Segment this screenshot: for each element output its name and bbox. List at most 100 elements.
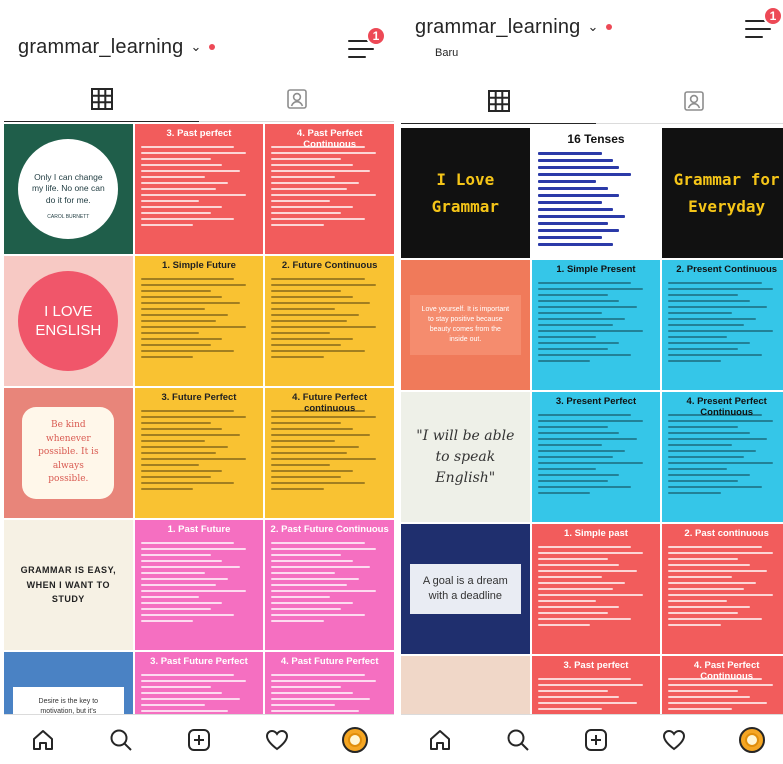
post-text-lines — [537, 282, 655, 366]
post-title: 2. Past continuous — [684, 528, 769, 539]
post-tile[interactable]: 1. Simple Present — [531, 260, 661, 390]
post-text-lines — [140, 410, 258, 494]
menu-button[interactable]: 1 — [348, 26, 386, 60]
post-title: 2. Future Continuous — [281, 260, 378, 271]
quote-author: CAROL BURNETT — [47, 214, 90, 220]
bottom-nav-right — [401, 714, 783, 764]
post-title: 3. Past Future Perfect — [150, 656, 248, 667]
post-tile[interactable]: Be kind whenever possible. It is always … — [4, 388, 133, 518]
search-icon[interactable] — [505, 727, 531, 753]
post-tile[interactable]: I LOVE ENGLISH — [4, 256, 133, 386]
post-tile[interactable]: 16 Tenses — [531, 128, 661, 258]
menu-button[interactable]: 1 — [745, 6, 783, 40]
post-tile[interactable]: 2. Present Continuous — [662, 260, 783, 390]
quote-text: Grammar for Everyday — [673, 169, 780, 216]
post-text-lines — [668, 282, 783, 366]
post-quote: Love yourself. It is important to stay p… — [401, 260, 530, 390]
heart-icon[interactable] — [264, 727, 290, 753]
post-tile[interactable]: 4. Present Perfect Continuous — [662, 392, 783, 522]
post-title: 1. Simple Future — [162, 260, 236, 271]
post-tile[interactable]: A goal is a dream with a deadline — [401, 524, 530, 654]
heart-icon[interactable] — [661, 727, 687, 753]
post-quote: A goal is a dream with a deadline — [401, 524, 530, 654]
post-text-lines — [668, 546, 783, 630]
post-tile[interactable]: Only I can change my life. No one can do… — [4, 124, 133, 254]
post-title: 1. Simple past — [564, 528, 628, 539]
quote-text: "I will be able to speak English" — [416, 427, 515, 486]
quote-text: I Love Grammar — [431, 169, 500, 216]
profile-tabs — [4, 76, 394, 122]
post-title: 2. Past Future Continuous — [270, 524, 389, 535]
quote-text: Only I can change my life. No one can do… — [18, 139, 119, 239]
post-tile[interactable]: 1. Simple past — [531, 524, 661, 654]
post-quote: I LOVE ENGLISH — [4, 256, 133, 386]
post-title: 4. Past Future Perfect — [280, 656, 379, 667]
home-icon[interactable] — [427, 727, 453, 753]
profile-avatar-icon[interactable] — [342, 726, 368, 753]
post-quote: Grammar for Everyday — [662, 128, 783, 258]
post-text-lines — [140, 146, 258, 230]
post-quote: Only I can change my life. No one can do… — [4, 124, 133, 254]
tab-tagged[interactable] — [596, 78, 783, 123]
profile-header: grammar_learning ⌄ 1 — [401, 0, 783, 56]
screenshot-stage: grammar_learning ⌄ 1 Only I can change m… — [0, 0, 783, 764]
post-tile[interactable]: "I will be able to speak English" — [401, 392, 530, 522]
post-tile[interactable]: 2. Past continuous — [662, 524, 783, 654]
post-tile[interactable]: 4. Future Perfect continuous — [265, 388, 394, 518]
quote-text: I LOVE ENGLISH — [18, 271, 119, 371]
post-tile[interactable]: 4. Past Perfect Continuous — [265, 124, 394, 254]
post-title: 2. Present Continuous — [676, 264, 778, 275]
post-tile[interactable]: 1. Past Future — [134, 520, 264, 650]
post-tile[interactable]: 1. Simple Future — [134, 256, 264, 386]
home-icon[interactable] — [30, 727, 56, 753]
notification-dot — [209, 44, 216, 50]
tagged-icon — [683, 90, 704, 111]
chevron-down-icon[interactable]: ⌄ — [191, 39, 202, 55]
post-tile[interactable]: 3. Past perfect — [134, 124, 264, 254]
post-tile[interactable]: I Love Grammar — [401, 128, 530, 258]
posts-grid-left: Only I can change my life. No one can do… — [4, 124, 394, 764]
profile-header: grammar_learning ⌄ 1 — [4, 18, 394, 76]
post-text-lines — [271, 278, 388, 362]
tab-grid[interactable] — [401, 78, 596, 124]
story-highlight-label[interactable]: Baru — [435, 47, 458, 59]
post-quote: GRAMMAR IS EASY, WHEN I WANT TO STUDY — [4, 520, 133, 650]
post-title: 1. Past Future — [167, 524, 231, 535]
quote-text: Be kind whenever possible. It is always … — [22, 407, 115, 499]
quote-text: Love yourself. It is important to stay p… — [410, 295, 521, 355]
tab-grid[interactable] — [4, 76, 199, 122]
post-title: 3. Past perfect — [563, 660, 629, 671]
post-text-lines — [537, 152, 655, 250]
add-post-icon[interactable] — [583, 727, 609, 753]
post-tile[interactable]: Love yourself. It is important to stay p… — [401, 260, 530, 390]
post-tile[interactable]: 2. Past Future Continuous — [265, 520, 394, 650]
tagged-icon — [286, 88, 307, 109]
profile-tabs — [401, 78, 783, 124]
quote-text: GRAMMAR IS EASY, WHEN I WANT TO STUDY — [20, 565, 117, 605]
add-post-icon[interactable] — [186, 727, 212, 753]
post-text-lines — [668, 414, 783, 498]
post-tile[interactable]: 2. Future Continuous — [265, 256, 394, 386]
post-tile[interactable]: GRAMMAR IS EASY, WHEN I WANT TO STUDY — [4, 520, 133, 650]
tab-tagged[interactable] — [199, 76, 394, 121]
post-tile[interactable]: Grammar for Everyday — [662, 128, 783, 258]
notification-badge: 1 — [366, 26, 386, 46]
chevron-down-icon[interactable]: ⌄ — [588, 19, 599, 35]
post-title: 3. Past perfect — [166, 128, 232, 139]
post-tile[interactable]: 3. Future Perfect — [134, 388, 264, 518]
profile-avatar-icon[interactable] — [739, 726, 765, 753]
post-quote: "I will be able to speak English" — [401, 392, 530, 522]
username-label[interactable]: grammar_learning — [415, 16, 581, 39]
post-text-lines — [537, 546, 655, 630]
post-tile[interactable]: 3. Present Perfect — [531, 392, 661, 522]
grid-icon — [487, 89, 510, 112]
post-text-lines — [271, 146, 388, 230]
quote-text: A goal is a dream with a deadline — [410, 563, 521, 615]
notification-dot — [606, 24, 613, 30]
post-title: 1. Simple Present — [556, 264, 636, 275]
post-quote: I Love Grammar — [401, 128, 530, 258]
post-title: 3. Future Perfect — [161, 392, 237, 403]
search-icon[interactable] — [108, 727, 134, 753]
username-label[interactable]: grammar_learning — [18, 36, 184, 59]
profile-screen-left: grammar_learning ⌄ 1 Only I can change m… — [4, 0, 394, 764]
